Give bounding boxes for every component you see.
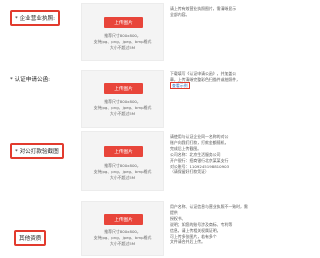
application-letter-upload-panel: 上传图片 推荐尺寸800x800， 支持jpg、png、jpeg、bmp格式 大… (81, 70, 164, 128)
bank-transfer-hint: 请使用与认证企业同一名称的对公 账户向我们打款，打款金额随机， 完成后上传截图。… (170, 134, 230, 175)
view-example-link[interactable]: 查看示例 (170, 81, 190, 89)
other-qualifications-label: 其他资质 (14, 230, 47, 246)
section-business-license: * 企业营业执照: 上传图片 推荐尺寸800x800， 支持jpg、png、jp… (2, 0, 250, 62)
business-license-hint: 请上传有效营业执照图片，需清晰显示 全部内容。 (170, 6, 237, 17)
business-license-upload-button[interactable]: 上传图片 (104, 17, 143, 28)
other-qualifications-upload-button[interactable]: 上传图片 (104, 214, 143, 225)
upload-spec: 推荐尺寸800x800， 支持jpg、png、jpeg、bmp格式 大小不超过5… (93, 163, 152, 181)
application-letter-hint: 下载填写《认证申请公函》，并加盖公 章，上传清晰完整彩色扫描件或拍照件， 查看示… (170, 71, 241, 89)
bank-transfer-label: * 对公打款验截图 (10, 143, 64, 159)
bank-transfer-upload-button[interactable]: 上传图片 (104, 146, 143, 157)
upload-spec: 推荐尺寸800x800， 支持jpg、png、jpeg、bmp格式 大小不超过5… (93, 99, 152, 117)
other-qualifications-upload-panel: 上传图片 推荐尺寸800x800， 支持jpg、png、jpeg、bmp格式 大… (81, 201, 164, 256)
application-letter-upload-button[interactable]: 上传图片 (104, 83, 143, 94)
upload-spec: 推荐尺寸800x800， 支持jpg、png、jpeg、bmp格式 大小不超过5… (93, 33, 152, 51)
other-qualifications-hint: 用户名称、认证信息与营业执照不一致时，需提供 授权书、 说明；如您的账号涉及商标… (170, 204, 248, 245)
business-license-label: * 企业营业执照: (10, 10, 61, 26)
upload-spec: 推荐尺寸800x800， 支持jpg、png、jpeg、bmp格式 大小不超过5… (93, 229, 152, 247)
section-bank-transfer: * 对公打款验截图 上传图片 推荐尺寸800x800， 支持jpg、png、jp… (2, 128, 250, 196)
application-letter-label: * 认证申请公函: (10, 77, 51, 83)
section-application-letter: * 认证申请公函: 上传图片 推荐尺寸800x800， 支持jpg、png、jp… (2, 65, 250, 128)
business-license-upload-panel: 上传图片 推荐尺寸800x800， 支持jpg、png、jpeg、bmp格式 大… (81, 3, 164, 61)
bank-transfer-upload-panel: 上传图片 推荐尺寸800x800， 支持jpg、png、jpeg、bmp格式 大… (81, 131, 164, 191)
section-other-qualifications: 其他资质 上传图片 推荐尺寸800x800， 支持jpg、png、jpeg、bm… (2, 198, 250, 256)
